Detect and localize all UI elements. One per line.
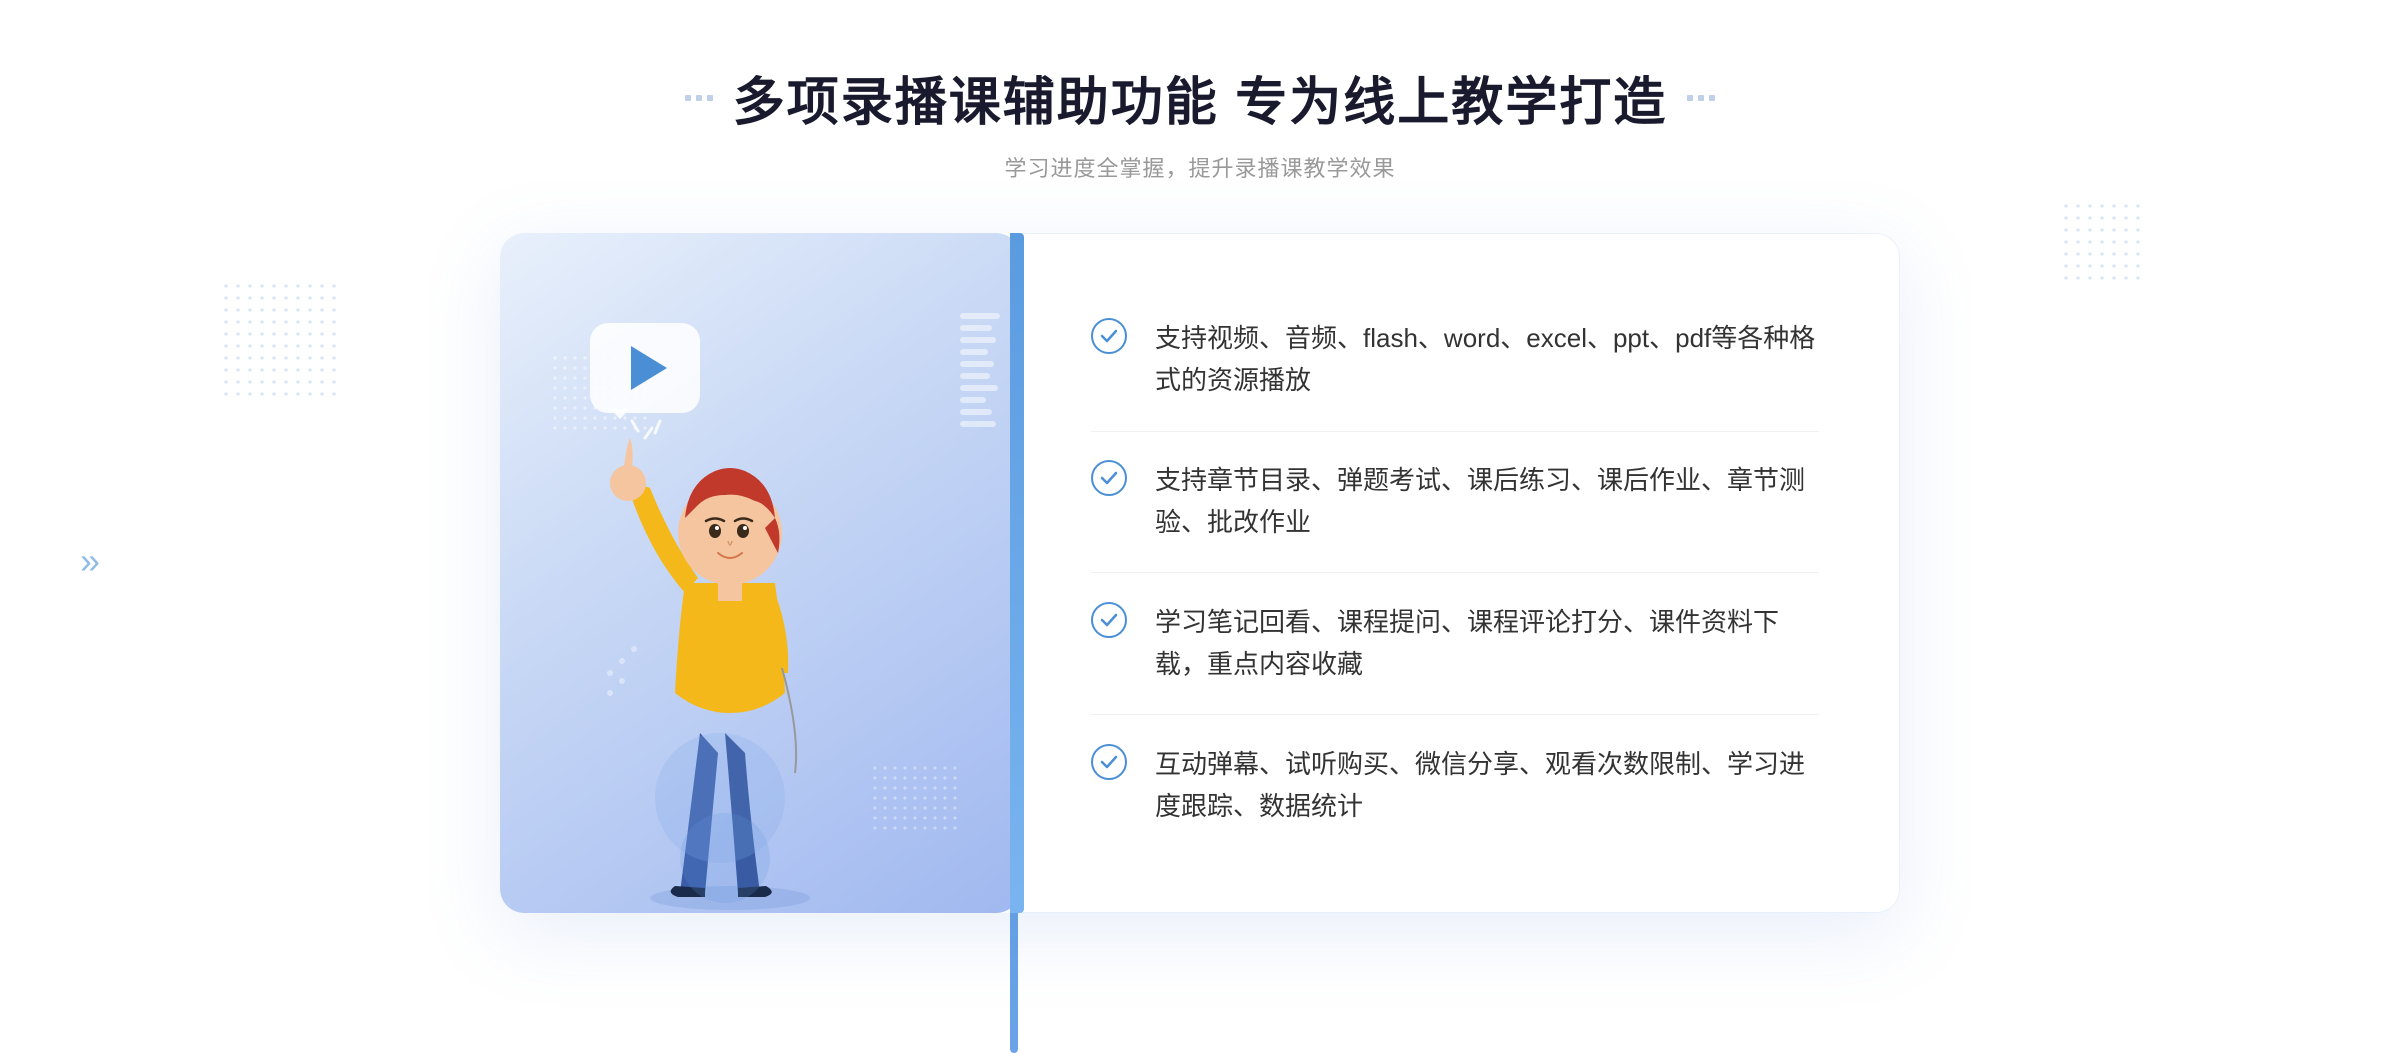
decorative-dots-right xyxy=(2060,200,2140,280)
check-icon-4 xyxy=(1099,752,1119,772)
image-panel xyxy=(500,233,1020,913)
panel-stripe xyxy=(960,313,1000,433)
panel-left-accent xyxy=(1010,233,1024,913)
deco-circle-2 xyxy=(680,813,770,903)
stripe-line-1 xyxy=(960,313,1000,319)
divider-2 xyxy=(1091,572,1819,573)
divider-3 xyxy=(1091,714,1819,715)
page-subtitle: 学习进度全掌握，提升录播课教学效果 xyxy=(685,151,1715,183)
dot-2 xyxy=(696,95,702,101)
check-circle-2 xyxy=(1091,460,1127,496)
dot-5 xyxy=(1698,95,1704,101)
check-circle-1 xyxy=(1091,318,1127,354)
stripe-line-7 xyxy=(960,385,998,391)
stripe-line-9 xyxy=(960,409,992,415)
dot-1 xyxy=(685,95,691,101)
feature-item-1: 支持视频、音频、flash、word、excel、ppt、pdf等各种格式的资源… xyxy=(1091,298,1819,421)
dot-4 xyxy=(1687,95,1693,101)
stripe-line-5 xyxy=(960,361,994,367)
check-icon-2 xyxy=(1099,468,1119,488)
divider-1 xyxy=(1091,431,1819,432)
page-title: 多项录播课辅助功能 专为线上教学打造 xyxy=(733,60,1667,135)
stripe-line-6 xyxy=(960,373,990,379)
chevron-left-icon: » xyxy=(80,540,100,582)
feature-text-1: 支持视频、音频、flash、word、excel、ppt、pdf等各种格式的资源… xyxy=(1155,318,1819,401)
feature-item-3: 学习笔记回看、课程提问、课程评论打分、课件资料下载，重点内容收藏 xyxy=(1091,582,1819,705)
feature-item-2: 支持章节目录、弹题考试、课后练习、课后作业、章节测验、批改作业 xyxy=(1091,440,1819,563)
panel-dots-bottom xyxy=(870,763,960,833)
feature-text-3: 学习笔记回看、课程提问、课程评论打分、课件资料下载，重点内容收藏 xyxy=(1155,602,1819,685)
feature-item-4: 互动弹幕、试听购买、微信分享、观看次数限制、学习进度跟踪、数据统计 xyxy=(1091,724,1819,847)
header-decorators: 多项录播课辅助功能 专为线上教学打造 xyxy=(685,60,1715,135)
feature-text-2: 支持章节目录、弹题考试、课后练习、课后作业、章节测验、批改作业 xyxy=(1155,460,1819,543)
stripe-line-10 xyxy=(960,421,996,427)
stripe-line-2 xyxy=(960,325,992,331)
decorative-dots-left xyxy=(220,280,340,400)
dot-6 xyxy=(1709,95,1715,101)
dot-3 xyxy=(707,95,713,101)
stripe-line-8 xyxy=(960,397,986,403)
decorator-dots-right xyxy=(1687,95,1715,101)
header-section: 多项录播课辅助功能 专为线上教学打造 学习进度全掌握，提升录播课教学效果 xyxy=(685,60,1715,183)
stripe-line-3 xyxy=(960,337,996,343)
features-panel: 支持视频、音频、flash、word、excel、ppt、pdf等各种格式的资源… xyxy=(1010,233,1900,913)
stripe-line-4 xyxy=(960,349,988,355)
card-inner: 支持视频、音频、flash、word、excel、ppt、pdf等各种格式的资源… xyxy=(500,233,1900,913)
card-wrapper: 支持视频、音频、flash、word、excel、ppt、pdf等各种格式的资源… xyxy=(500,233,1900,913)
page-container: » 多项录播课辅助功能 专为线上教学打造 学习进度全掌握，提升录播课教学效果 xyxy=(0,0,2400,974)
check-circle-4 xyxy=(1091,744,1127,780)
check-circle-3 xyxy=(1091,602,1127,638)
check-icon-1 xyxy=(1099,326,1119,346)
decorator-dots-left xyxy=(685,95,713,101)
feature-text-4: 互动弹幕、试听购买、微信分享、观看次数限制、学习进度跟踪、数据统计 xyxy=(1155,744,1819,827)
check-icon-3 xyxy=(1099,610,1119,630)
